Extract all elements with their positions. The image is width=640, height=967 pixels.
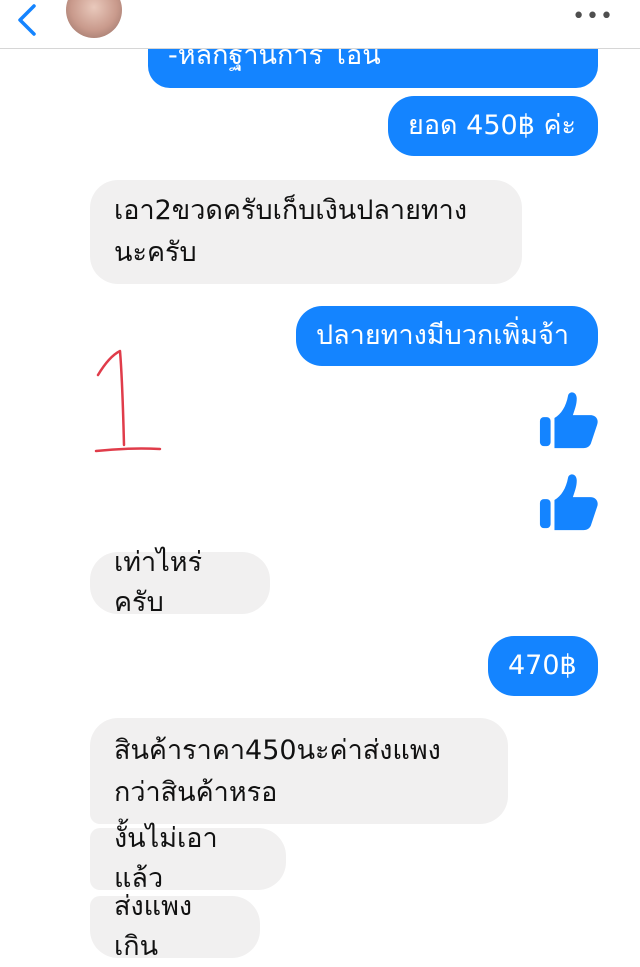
- message-text: สินค้าราคา450นะค่าส่งแพงกว่าสินค้าหรอ: [114, 735, 441, 808]
- avatar[interactable]: [66, 0, 122, 38]
- handwritten-annotation-one: [94, 349, 162, 453]
- more-options-icon[interactable]: •••: [572, 6, 614, 28]
- message-text: เท่าไหร่ครับ: [114, 547, 203, 618]
- thumbs-up-icon[interactable]: [538, 470, 600, 532]
- message-incoming[interactable]: สินค้าราคา450นะค่าส่งแพงกว่าสินค้าหรอ: [90, 718, 508, 824]
- message-incoming[interactable]: งั้นไม่เอาแล้ว: [90, 823, 286, 894]
- message-text: ส่งแพงเกิน: [114, 891, 193, 962]
- thumbs-up-icon[interactable]: [538, 388, 600, 450]
- message-outgoing[interactable]: ปลายทางมีบวกเพิ่มจ้า: [296, 306, 598, 366]
- message-outgoing[interactable]: ยอด 450฿ ค่ะ: [388, 96, 598, 156]
- message-text: เอา2ขวดครับเก็บเงินปลายทางนะครับ: [114, 195, 468, 268]
- message-text: 470฿: [508, 650, 577, 681]
- message-incoming[interactable]: เอา2ขวดครับเก็บเงินปลายทางนะครับ: [90, 180, 522, 284]
- message-text: ยอด 450฿ ค่ะ: [408, 110, 577, 141]
- message-outgoing[interactable]: 470฿: [488, 636, 598, 696]
- message-incoming[interactable]: เท่าไหร่ครับ: [90, 547, 270, 618]
- message-incoming[interactable]: ส่งแพงเกิน: [90, 891, 260, 962]
- chevron-left-icon[interactable]: [10, 2, 46, 38]
- message-text: ปลายทางมีบวกเพิ่มจ้า: [316, 320, 570, 351]
- chat-header: •••: [0, 0, 640, 49]
